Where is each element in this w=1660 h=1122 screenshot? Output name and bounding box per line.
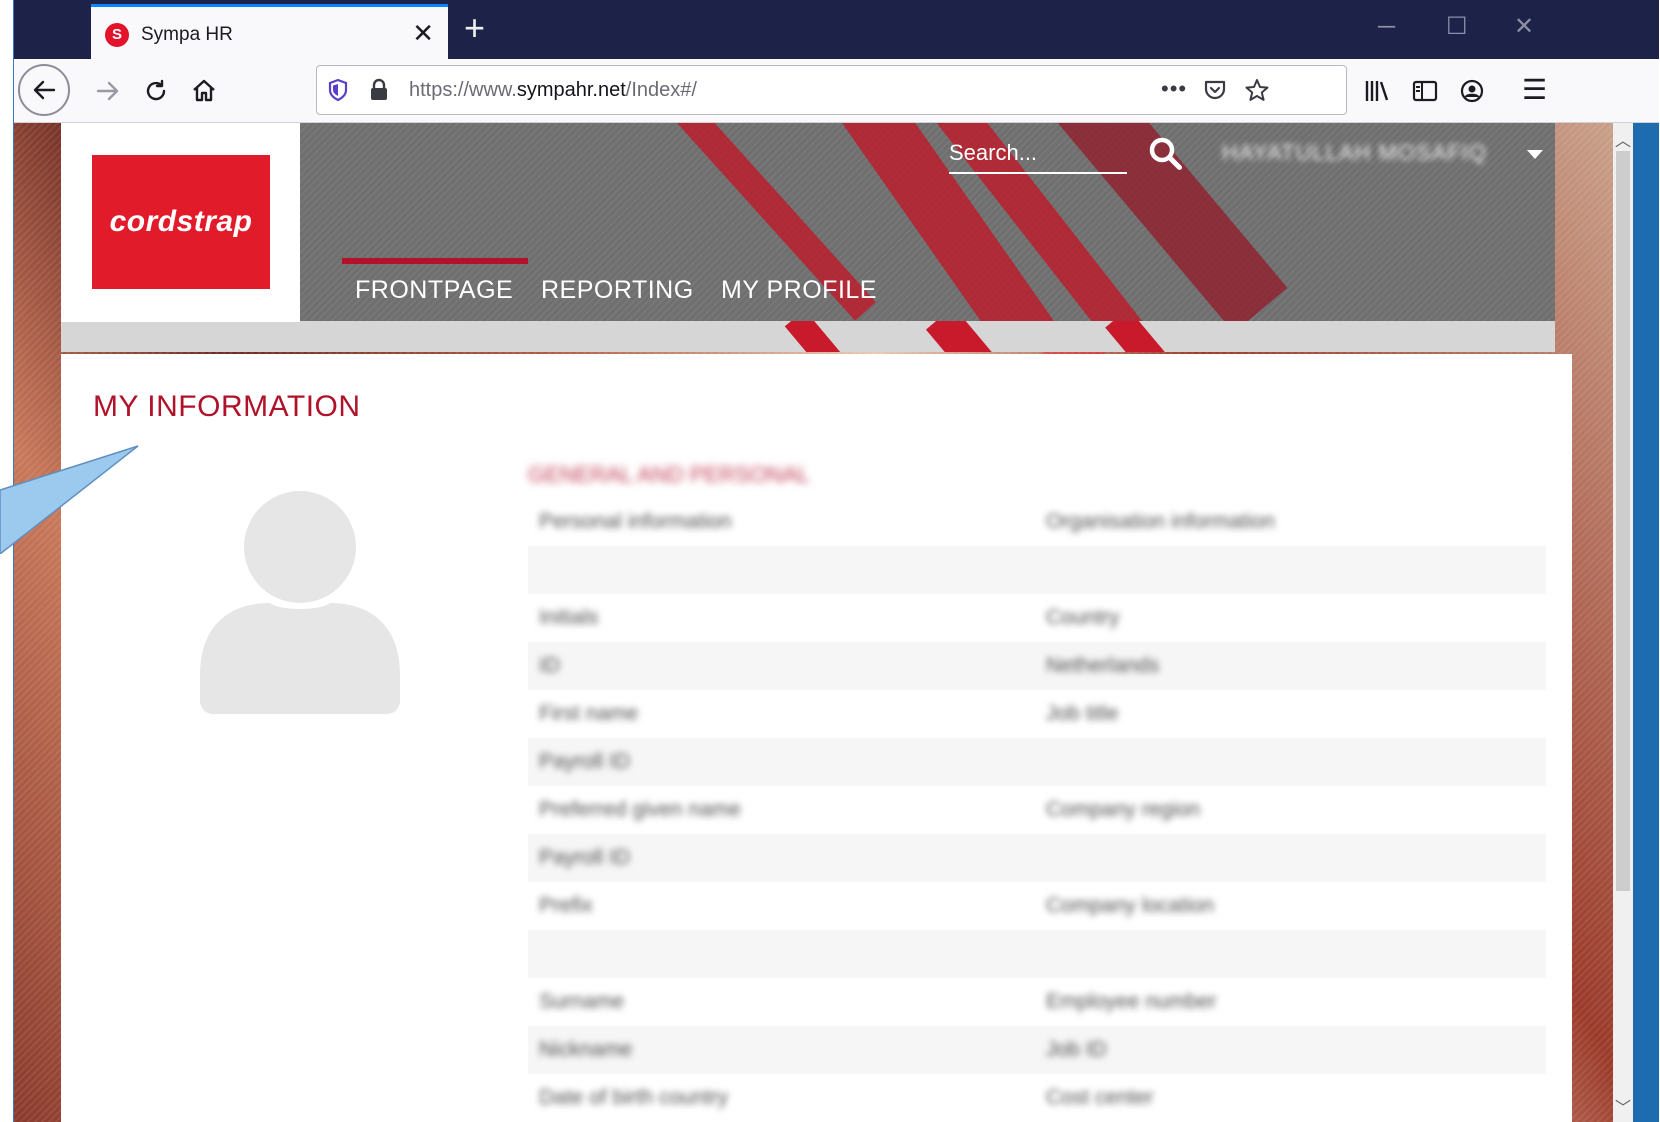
scroll-up-icon[interactable]: ︿ <box>1613 127 1633 151</box>
page-title: MY INFORMATION <box>93 390 361 423</box>
table-row: First name Job title <box>539 702 1119 725</box>
minimize-button[interactable]: ─ <box>1378 12 1395 42</box>
callout-pointer <box>0 445 139 554</box>
page-scrollbar[interactable]: ︿ ﹀ <box>1613 123 1633 1122</box>
hero-strip <box>61 321 1555 352</box>
forward-arrow-icon <box>96 81 119 101</box>
logo-container[interactable]: cordstrap <box>61 123 300 322</box>
forward-button[interactable] <box>84 67 132 115</box>
library-icon[interactable] <box>1364 79 1390 103</box>
nav-reporting[interactable]: REPORTING <box>541 276 694 305</box>
pocket-icon[interactable] <box>1203 78 1227 102</box>
active-nav-indicator <box>342 258 528 264</box>
lock-icon[interactable] <box>369 78 389 102</box>
new-tab-button[interactable]: + <box>464 10 485 46</box>
home-icon <box>193 79 215 102</box>
avatar-placeholder-icon <box>200 491 400 714</box>
url-bar[interactable]: https://www.sympahr.net/Index#/ ••• <box>316 65 1347 115</box>
table-row: Prefix Company location <box>539 894 1215 917</box>
information-table: Personal information Organisation informa… <box>528 498 1546 1122</box>
maximize-button[interactable]: ☐ <box>1446 12 1468 42</box>
back-button[interactable] <box>18 64 70 116</box>
table-row: Payroll ID <box>528 738 1546 786</box>
nav-my-profile[interactable]: MY PROFILE <box>721 276 877 305</box>
table-row: Nickname Job ID <box>528 1026 1546 1074</box>
table-row <box>528 930 1546 978</box>
tab-close-icon[interactable]: ✕ <box>412 19 434 47</box>
table-row: Payroll ID <box>528 834 1546 882</box>
user-menu-name[interactable]: HAYATULLAH MOSAFIQ <box>1222 140 1487 166</box>
table-row: Date of birth country Cost center <box>539 1086 1154 1109</box>
table-row: ID Netherlands <box>528 642 1546 690</box>
reload-icon <box>146 79 166 101</box>
table-row: Personal information Organisation informa… <box>539 510 1275 533</box>
tab-strip: S Sympa HR ✕ + ─ ☐ ✕ <box>14 0 1659 59</box>
search-icon[interactable] <box>1147 135 1185 173</box>
my-information-card: MY INFORMATION GENERAL AND PERSONAL Pers… <box>61 354 1572 1122</box>
browser-tab[interactable]: S Sympa HR ✕ <box>91 4 448 59</box>
scrollbar-thumb[interactable] <box>1616 151 1630 891</box>
desktop-background <box>1633 123 1659 1122</box>
nav-frontpage[interactable]: FRONTPAGE <box>355 276 513 305</box>
navigation-toolbar: https://www.sympahr.net/Index#/ ••• ☰ <box>14 59 1659 123</box>
table-row <box>528 546 1546 594</box>
home-button[interactable] <box>180 67 228 115</box>
table-row: Preferred given name Company region <box>539 798 1201 821</box>
section-heading: GENERAL AND PERSONAL <box>528 462 810 487</box>
cordstrap-logo[interactable]: cordstrap <box>92 155 270 289</box>
table-row: Initials Country <box>539 606 1120 629</box>
back-arrow-icon <box>33 80 56 100</box>
scroll-down-icon[interactable]: ﹀ <box>1613 1094 1633 1118</box>
close-window-button[interactable]: ✕ <box>1514 12 1534 42</box>
account-icon[interactable] <box>1460 79 1484 103</box>
menu-icon[interactable]: ☰ <box>1522 73 1547 106</box>
sidebar-icon[interactable] <box>1412 79 1438 103</box>
page-actions-icon[interactable]: ••• <box>1161 76 1187 102</box>
sympa-favicon-icon: S <box>105 23 129 47</box>
reload-button[interactable] <box>132 67 180 115</box>
caret-down-icon[interactable] <box>1527 150 1543 159</box>
table-row: Surname Employee number <box>539 990 1217 1013</box>
url-text[interactable]: https://www.sympahr.net/Index#/ <box>409 79 697 102</box>
tab-title: Sympa HR <box>141 24 233 45</box>
search-input[interactable] <box>949 134 1127 174</box>
star-icon[interactable] <box>1245 78 1269 102</box>
shield-icon[interactable] <box>327 78 349 102</box>
